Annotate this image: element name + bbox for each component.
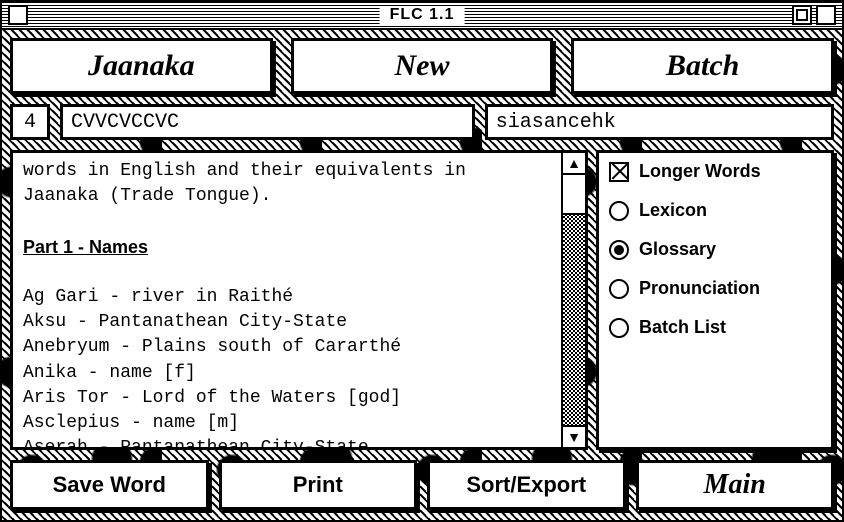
glossary-textarea[interactable]: words in English and their equivalents i…: [10, 150, 588, 450]
scrollbar[interactable]: ▲ ▼: [561, 153, 585, 447]
print-button[interactable]: Print: [219, 460, 418, 510]
client-area: Jaanaka New Batch 4 CVVCVCCVC siasancehk…: [2, 30, 842, 520]
longer-words-checkbox[interactable]: Longer Words: [609, 161, 821, 182]
radio-icon: [609, 240, 629, 260]
save-word-button[interactable]: Save Word: [10, 460, 209, 510]
glossary-content: words in English and their equivalents i…: [13, 153, 561, 447]
scroll-down-arrow-icon[interactable]: ▼: [563, 425, 585, 447]
close-box-icon[interactable]: [8, 5, 28, 25]
sort-export-button[interactable]: Sort/Export: [427, 460, 626, 510]
options-panel: Longer Words Lexicon Glossary Pronunciat…: [596, 150, 834, 450]
language-button[interactable]: Jaanaka: [10, 38, 273, 94]
checkbox-icon: [609, 162, 629, 182]
radio-icon: [609, 201, 629, 221]
main-button[interactable]: Main: [636, 460, 835, 510]
glossary-entry: Aris Tor - Lord of the Waters [god]: [23, 386, 551, 411]
option-label: Batch List: [639, 317, 726, 338]
app-window: FLC 1.1 Jaanaka New Batch 4 CVVCVCCVC si…: [0, 0, 844, 522]
scroll-track[interactable]: [563, 175, 585, 425]
glossary-intro-line: words in English and their equivalents i…: [23, 159, 551, 184]
glossary-entry: Asclepius - name [m]: [23, 411, 551, 436]
option-label: Glossary: [639, 239, 716, 260]
sample-word-field[interactable]: siasancehk: [485, 104, 834, 140]
titlebar: FLC 1.1: [2, 2, 842, 30]
glossary-entry: Aserah - Pantanathean City-State: [23, 436, 551, 447]
batch-button[interactable]: Batch: [571, 38, 834, 94]
radio-lexicon[interactable]: Lexicon: [609, 200, 821, 221]
scroll-thumb[interactable]: [563, 175, 585, 215]
count-field[interactable]: 4: [10, 104, 50, 140]
glossary-heading: Part 1 - Names: [23, 235, 551, 260]
radio-glossary[interactable]: Glossary: [609, 239, 821, 260]
option-label: Lexicon: [639, 200, 707, 221]
glossary-entry: Aksu - Pantanathean City-State: [23, 310, 551, 335]
scroll-up-arrow-icon[interactable]: ▲: [563, 153, 585, 175]
glossary-intro-line: Jaanaka (Trade Tongue).: [23, 184, 551, 209]
radio-pronunciation[interactable]: Pronunciation: [609, 278, 821, 299]
option-label: Longer Words: [639, 161, 761, 182]
radio-icon: [609, 279, 629, 299]
glossary-entry: Ag Gari - river in Raithé: [23, 285, 551, 310]
option-label: Pronunciation: [639, 278, 760, 299]
new-button[interactable]: New: [291, 38, 554, 94]
zoom-box-icon[interactable]: [792, 5, 812, 25]
radio-batch-list[interactable]: Batch List: [609, 317, 821, 338]
glossary-entry: Anika - name [f]: [23, 361, 551, 386]
collapse-box-icon[interactable]: [816, 5, 836, 25]
cv-pattern-field[interactable]: CVVCVCCVC: [60, 104, 475, 140]
window-title: FLC 1.1: [380, 6, 465, 24]
glossary-entry: Anebryum - Plains south of Cararthé: [23, 335, 551, 360]
radio-icon: [609, 318, 629, 338]
